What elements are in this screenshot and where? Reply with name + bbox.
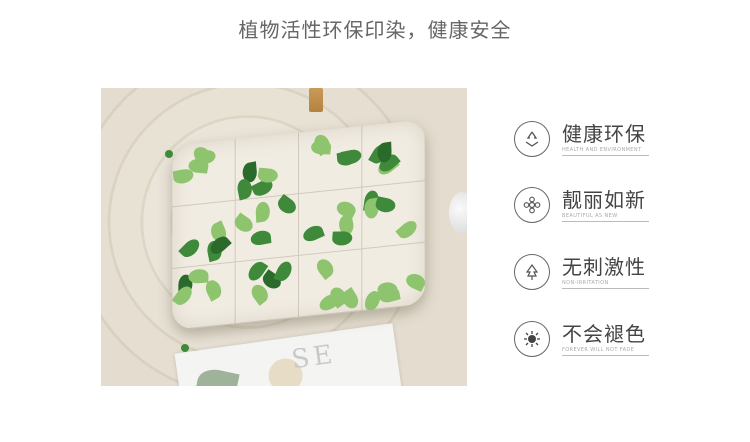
- flower-icon: [514, 187, 550, 223]
- cushion-tuft: [362, 180, 426, 250]
- leaf-pattern: [403, 271, 426, 292]
- product-photo: SE: [101, 88, 467, 386]
- cushion-tuft: [299, 125, 363, 195]
- leaf-pattern: [250, 229, 272, 247]
- feature-subtitle: HEALTH AND ENVIRONMENT: [562, 147, 642, 153]
- feature-subtitle: FOREVER WILL NOT FADE: [562, 347, 635, 353]
- leaf-pattern: [273, 259, 295, 284]
- cushion-tuft: [299, 249, 363, 318]
- chair-leg: [309, 88, 323, 112]
- leaf-icon: [514, 254, 550, 290]
- feature-subtitle: BEAUTIFUL AS NEW: [562, 213, 618, 219]
- feature-divider: [562, 288, 649, 289]
- magazine-leaf-graphic: [194, 366, 240, 386]
- feature-title: 无刺激性: [562, 255, 646, 279]
- feature-divider: [562, 355, 649, 356]
- leaf-pattern: [395, 217, 420, 242]
- feature-title: 健康环保: [562, 122, 646, 146]
- splash-icon: [514, 321, 550, 357]
- feature-divider: [562, 155, 649, 156]
- feature-title: 靓丽如新: [562, 188, 646, 212]
- cushion-tuft: [235, 132, 299, 201]
- feature-item: 不会褪色 FOREVER WILL NOT FADE: [514, 318, 714, 364]
- leaf-pattern: [336, 149, 358, 168]
- feature-item: 健康环保 HEALTH AND ENVIRONMENT: [514, 118, 714, 164]
- leaf-pattern: [178, 236, 203, 261]
- cushion-tuft: [231, 193, 300, 263]
- cup: [449, 192, 467, 234]
- feature-item: 无刺激性 NON-IRRITATION: [514, 251, 714, 297]
- feature-item: 靓丽如新 BEAUTIFUL AS NEW: [514, 184, 714, 230]
- seat-cushion: [172, 119, 426, 331]
- leaf-pattern: [331, 231, 353, 246]
- feature-divider: [562, 221, 649, 222]
- feature-subtitle: NON-IRRITATION: [562, 280, 609, 286]
- cushion-tuft: [172, 200, 236, 270]
- leaf-pattern: [313, 255, 337, 281]
- feature-title: 不会褪色: [562, 322, 646, 346]
- leaf-pattern: [334, 198, 359, 220]
- cushion-tuft: [172, 262, 236, 331]
- leaf-pattern: [301, 222, 325, 245]
- leaf-pattern: [188, 268, 209, 284]
- leaf-pattern: [172, 167, 194, 186]
- cushion-tuft: [362, 242, 426, 313]
- magazine: SE: [174, 323, 404, 386]
- cushion-tuft: [172, 139, 236, 208]
- cushion-tie: [181, 344, 189, 352]
- leaf-pattern: [231, 212, 256, 236]
- leaf-pattern: [274, 193, 300, 217]
- magazine-text: SE: [289, 339, 339, 376]
- cushion-tuft: [235, 255, 299, 325]
- cushion-tuft: [362, 119, 426, 188]
- recycle-icon: [514, 121, 550, 157]
- leaf-pattern: [255, 200, 271, 223]
- cushion-tuft: [299, 187, 363, 256]
- page-title: 植物活性环保印染，健康安全: [238, 18, 512, 42]
- cushion-tie: [165, 150, 173, 158]
